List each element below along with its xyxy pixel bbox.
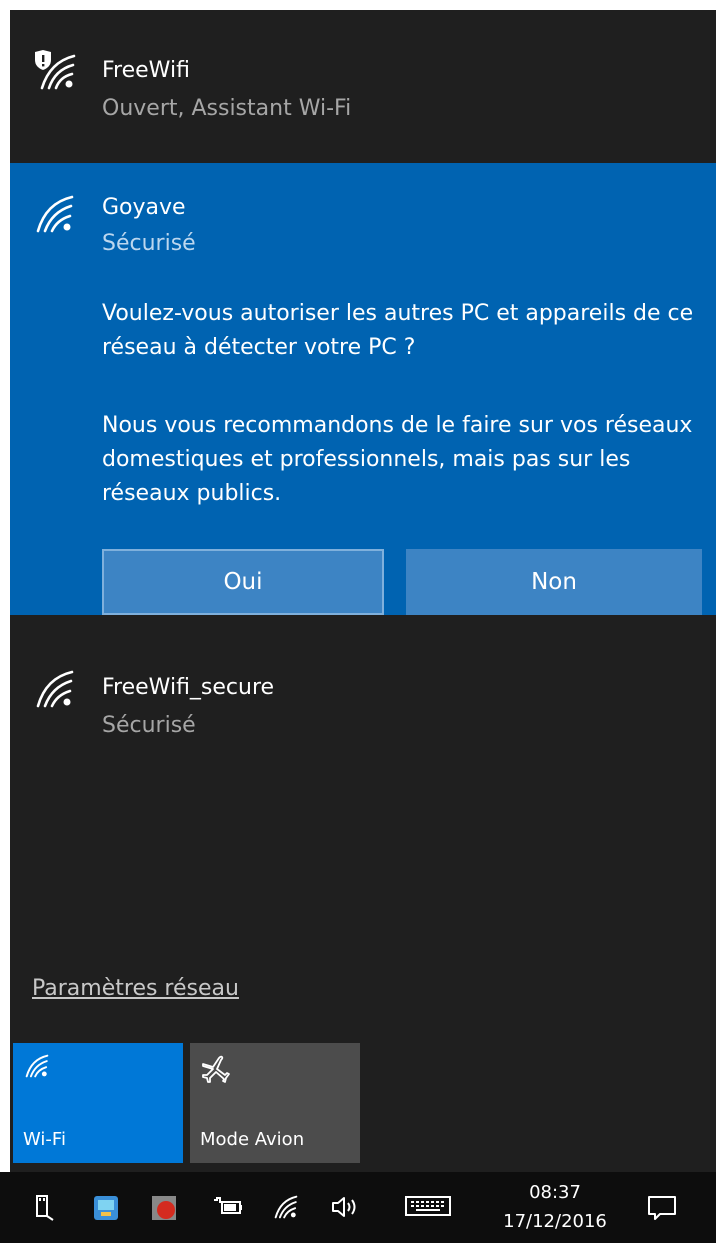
record-app-icon[interactable] bbox=[150, 1194, 178, 1226]
wifi-tile[interactable]: Wi-Fi bbox=[13, 1043, 183, 1163]
network-item-freewifi-secure[interactable]: FreeWifi_secure Sécurisé bbox=[10, 615, 716, 738]
taskbar: 08:37 17/12/2016 bbox=[0, 1172, 716, 1243]
clock-time[interactable]: 08:37 bbox=[500, 1182, 610, 1203]
network-status: Ouvert, Assistant Wi-Fi bbox=[102, 96, 352, 121]
airplane-mode-tile[interactable]: Mode Avion bbox=[190, 1043, 360, 1163]
network-item-freewifi[interactable]: FreeWifi Ouvert, Assistant Wi-Fi bbox=[10, 10, 716, 163]
wifi-icon bbox=[23, 1053, 51, 1083]
wifi-icon bbox=[32, 668, 78, 710]
discovery-question: Voulez-vous autoriser les autres PC et a… bbox=[102, 301, 694, 360]
network-item-goyave[interactable]: Goyave Sécurisé Voulez-vous autoriser le… bbox=[10, 163, 716, 615]
no-button[interactable]: Non bbox=[406, 549, 702, 615]
network-flyout: FreeWifi Ouvert, Assistant Wi-Fi Goyave … bbox=[10, 10, 716, 1172]
battery-icon[interactable] bbox=[212, 1194, 244, 1224]
network-name: Goyave bbox=[102, 195, 186, 220]
discovery-recommendation: Nous vous recommandons de le faire sur v… bbox=[102, 413, 693, 506]
airplane-icon bbox=[200, 1053, 232, 1089]
yes-button[interactable]: Oui bbox=[102, 549, 384, 615]
network-app-icon[interactable] bbox=[92, 1194, 120, 1226]
wifi-shield-icon bbox=[32, 50, 78, 92]
network-name: FreeWifi bbox=[102, 58, 190, 83]
keyboard-icon[interactable] bbox=[404, 1194, 452, 1222]
clock-date[interactable]: 17/12/2016 bbox=[500, 1211, 610, 1232]
volume-icon[interactable] bbox=[330, 1194, 362, 1224]
network-name: FreeWifi_secure bbox=[102, 675, 275, 700]
wifi-icon bbox=[32, 193, 78, 235]
usb-icon[interactable] bbox=[32, 1194, 56, 1226]
network-settings-link[interactable]: Paramètres réseau bbox=[32, 976, 239, 1001]
wifi-tile-label: Wi-Fi bbox=[23, 1129, 66, 1150]
action-center-icon[interactable] bbox=[646, 1194, 678, 1226]
network-status: Sécurisé bbox=[102, 231, 196, 256]
wifi-icon[interactable] bbox=[272, 1194, 300, 1224]
network-status: Sécurisé bbox=[102, 713, 196, 738]
airplane-mode-label: Mode Avion bbox=[200, 1129, 305, 1150]
